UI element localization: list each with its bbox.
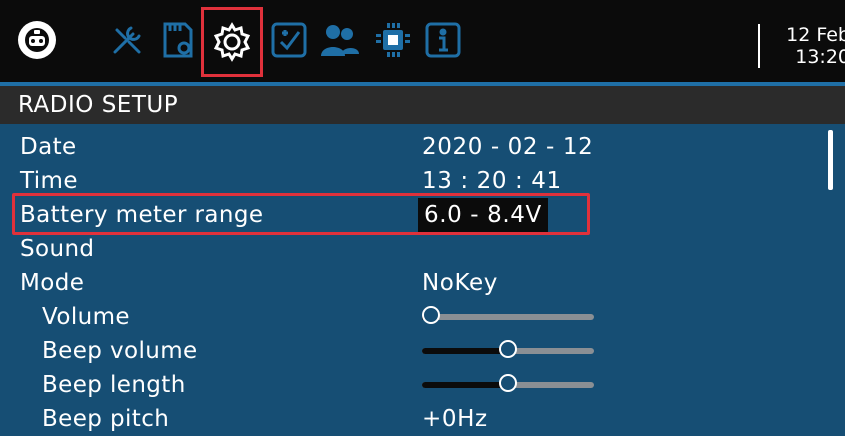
setting-row-mode[interactable]: Mode NoKey bbox=[0, 266, 820, 300]
setting-row-sound[interactable]: Sound bbox=[0, 232, 820, 266]
setting-row-date[interactable]: Date 2020 - 02 - 12 bbox=[0, 130, 820, 164]
radio-model-icon[interactable] bbox=[14, 10, 60, 70]
radio-screen: 12 Feb 13:20 RADIO SETUP Date 2020 - 02 … bbox=[0, 0, 845, 436]
header-time: 13:20 bbox=[795, 46, 845, 68]
setting-label: Sound bbox=[20, 236, 95, 262]
setting-label: Volume bbox=[42, 304, 130, 330]
header-date: 12 Feb bbox=[786, 24, 845, 46]
setting-label: Beep length bbox=[42, 372, 186, 398]
setting-value[interactable]: +0Hz bbox=[422, 402, 488, 436]
top-toolbar: 12 Feb 13:20 bbox=[0, 0, 845, 82]
slider-track bbox=[422, 314, 594, 320]
setting-label: Beep pitch bbox=[42, 406, 170, 432]
setting-row-beep-pitch[interactable]: Beep pitch +0Hz bbox=[0, 402, 820, 436]
slider-fill bbox=[422, 382, 503, 388]
annotation-highlight-box bbox=[12, 193, 590, 235]
beep-length-slider[interactable] bbox=[422, 374, 594, 392]
setting-label: Date bbox=[20, 134, 77, 160]
setting-value[interactable]: NoKey bbox=[422, 266, 498, 300]
page-title: RADIO SETUP bbox=[0, 86, 845, 124]
clock-display: 12 Feb 13:20 bbox=[758, 24, 845, 68]
volume-slider[interactable] bbox=[422, 306, 594, 324]
beep-volume-slider[interactable] bbox=[422, 340, 594, 358]
info-icon[interactable] bbox=[420, 10, 466, 70]
setting-row-beep-volume[interactable]: Beep volume bbox=[0, 334, 820, 368]
tools-icon[interactable] bbox=[104, 10, 150, 70]
settings-list: Date 2020 - 02 - 12 Time 13 : 20 : 41 Ba… bbox=[0, 124, 845, 436]
slider-knob[interactable] bbox=[499, 340, 517, 358]
slider-knob[interactable] bbox=[499, 374, 517, 392]
checklist-icon[interactable] bbox=[266, 10, 312, 70]
setting-label: Mode bbox=[20, 270, 85, 296]
hardware-chip-icon[interactable] bbox=[370, 10, 416, 70]
scrollbar[interactable] bbox=[828, 130, 833, 190]
sd-card-icon[interactable] bbox=[154, 10, 200, 70]
settings-gear-icon[interactable] bbox=[201, 7, 263, 77]
setting-row-volume[interactable]: Volume bbox=[0, 300, 820, 334]
setting-value[interactable]: 2020 - 02 - 12 bbox=[422, 130, 593, 164]
setting-label: Beep volume bbox=[42, 338, 198, 364]
slider-fill bbox=[422, 348, 503, 354]
users-icon[interactable] bbox=[316, 10, 362, 70]
slider-knob[interactable] bbox=[422, 306, 440, 324]
setting-row-beep-length[interactable]: Beep length bbox=[0, 368, 820, 402]
